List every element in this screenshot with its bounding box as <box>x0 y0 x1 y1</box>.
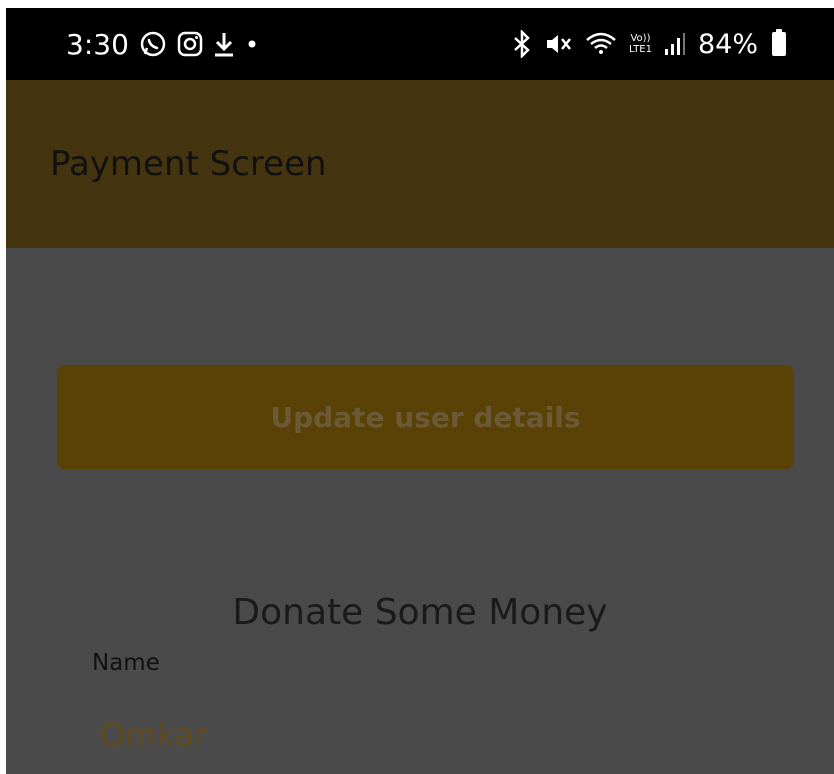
whatsapp-icon <box>139 30 167 58</box>
battery-percent: 84% <box>697 28 758 60</box>
instagram-icon <box>177 31 203 57</box>
status-left: 3:30 <box>66 8 259 80</box>
mute-icon <box>545 31 573 57</box>
status-right: Vo)) LTE1 84% <box>511 8 786 80</box>
status-time: 3:30 <box>66 27 129 61</box>
app-bar: Payment Screen <box>6 80 834 248</box>
dot-icon <box>245 37 259 51</box>
screen: 3:30 Vo)) LTE1 84% Payment Screen Update… <box>6 8 834 774</box>
update-user-details-button[interactable]: Update user details <box>57 365 794 469</box>
name-input[interactable]: Omkar <box>100 716 207 754</box>
name-label: Name <box>92 650 160 676</box>
volte-top: Vo)) <box>630 33 651 44</box>
page-title: Payment Screen <box>50 144 327 184</box>
battery-icon <box>772 29 786 56</box>
donate-heading: Donate Some Money <box>232 592 608 633</box>
wifi-icon <box>585 31 617 57</box>
bluetooth-icon <box>511 30 533 58</box>
volte-indicator: Vo)) LTE1 <box>629 33 652 55</box>
volte-bottom: LTE1 <box>629 44 652 55</box>
signal-icon <box>664 32 686 56</box>
status-bar: 3:30 Vo)) LTE1 84% <box>6 8 834 80</box>
download-icon <box>213 30 235 58</box>
